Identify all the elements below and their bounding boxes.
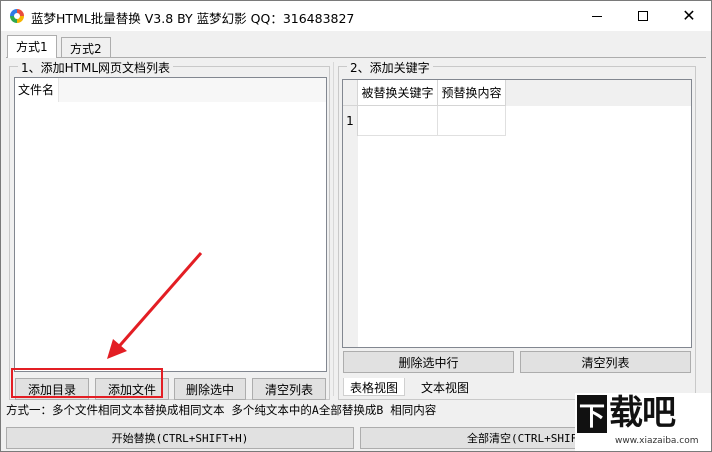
watermark-url: www.xiazaiba.com bbox=[615, 436, 699, 446]
app-window: 蓝梦HTML批量替换 V3.8 BY 蓝梦幻影 QQ：316483827 ✕ 方… bbox=[0, 0, 712, 452]
start-replace-button[interactable]: 开始替换(CTRL+SHIFT+H) bbox=[6, 427, 354, 449]
annotation-arrow-shaft bbox=[113, 252, 203, 352]
watermark-badge: 下 bbox=[577, 395, 607, 433]
watermark-logo: 下 载吧 www.xiazaiba.com bbox=[575, 393, 711, 451]
tab-mode-1[interactable]: 方式1 bbox=[7, 35, 57, 58]
annotation-arrow-icon bbox=[107, 252, 203, 359]
watermark-text: 载吧 bbox=[609, 393, 676, 433]
